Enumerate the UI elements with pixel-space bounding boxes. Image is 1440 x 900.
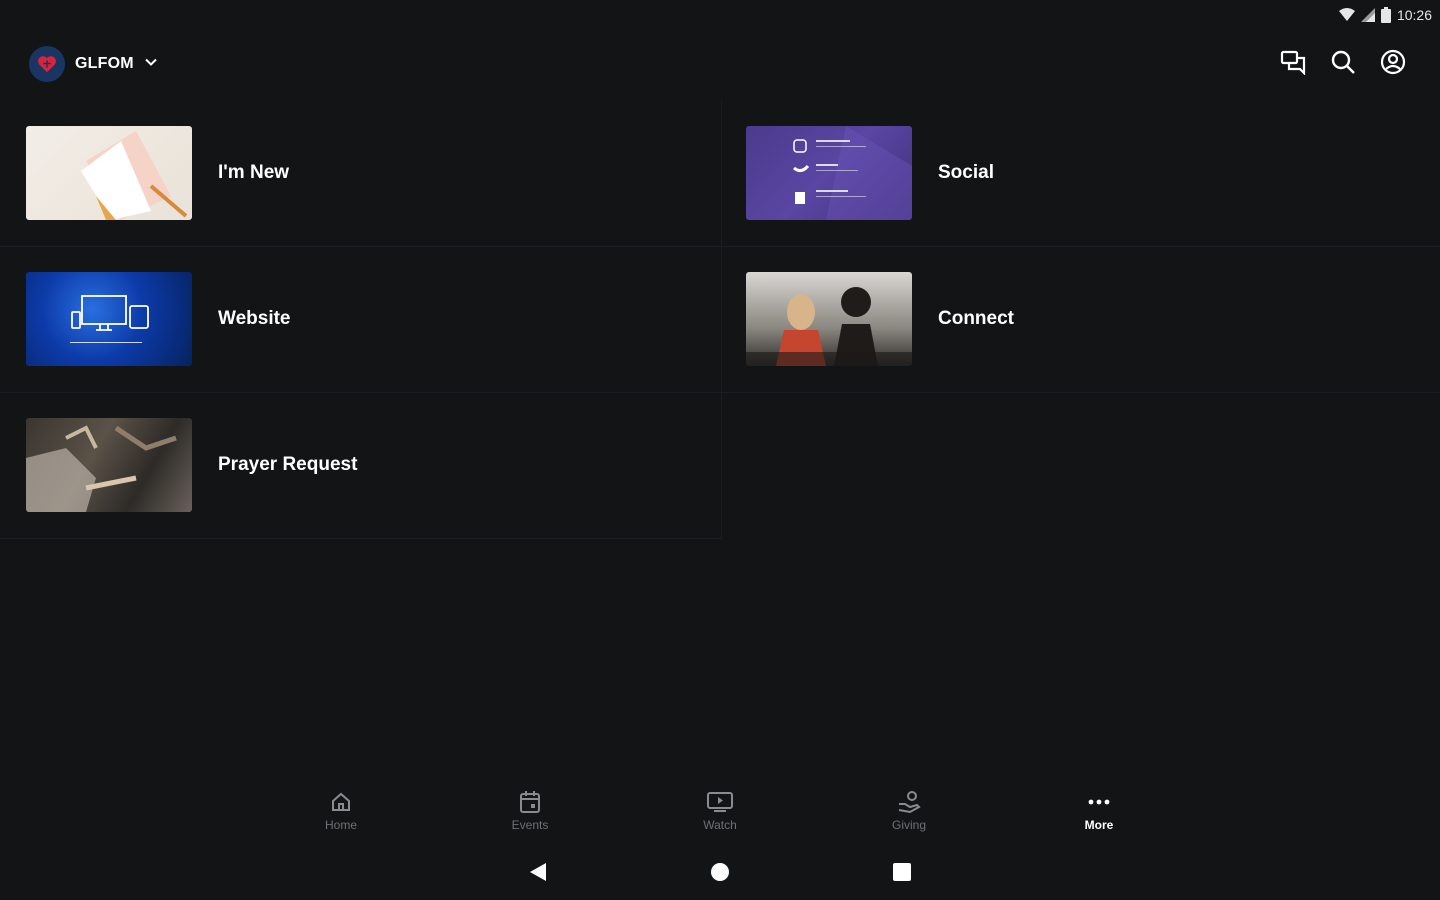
nav-home[interactable]: Home [291,788,391,832]
signal-icon [1360,8,1375,22]
giving-icon [897,788,921,816]
nav-label: Watch [703,818,737,832]
tile-social[interactable]: Social [720,100,1440,246]
tile-label: Connect [938,308,1014,329]
divider [0,246,1440,247]
calendar-icon [519,788,541,816]
worship-image [26,418,192,512]
wifi-icon [1338,8,1355,22]
devices-image [26,272,192,366]
nav-more[interactable]: More [1049,788,1149,832]
nav-label: Events [511,818,549,832]
search-button[interactable] [1329,50,1357,78]
divider [0,392,1440,393]
home-system-button[interactable] [708,862,732,886]
nav-label: More [1084,818,1114,832]
back-button[interactable] [526,862,550,886]
nav-giving[interactable]: Giving [859,788,959,832]
divider [0,538,722,539]
profile-button[interactable] [1379,49,1407,80]
account-icon [1380,49,1406,80]
system-navigation-bar [0,858,1440,890]
tile-prayer-request[interactable]: Prayer Request [0,392,720,538]
bottom-navigation: Home Events Watch Giving More [0,788,1440,844]
people-image [746,272,912,366]
nav-events[interactable]: Events [480,788,580,832]
recents-button[interactable] [890,862,914,886]
status-clock: 10:26 [1396,7,1432,23]
tile-label: Social [938,162,994,183]
search-icon [1330,49,1356,80]
nav-label: Home [324,818,357,832]
app-header: GLFOM [0,36,1440,92]
tile-label: I'm New [218,162,290,183]
notebook-image [26,126,192,220]
org-name: GLFOM [75,55,134,72]
back-triangle-icon [529,862,547,887]
divider [721,100,722,538]
messages-button[interactable] [1279,50,1307,78]
nav-watch[interactable]: Watch [670,788,770,832]
org-switcher[interactable]: GLFOM [29,46,158,82]
home-circle-icon [710,862,730,887]
chat-icon [1280,49,1306,80]
heart-logo-icon [29,46,65,82]
battery-icon [1380,7,1391,23]
status-bar: 10:26 [0,0,1440,30]
recents-square-icon [892,862,912,887]
nav-label: Giving [891,818,926,832]
tile-website[interactable]: Website [0,246,720,392]
chevron-down-icon [144,55,158,74]
tile-label: Prayer Request [218,454,358,475]
tile-label: Website [218,308,291,329]
tile-connect[interactable]: Connect [720,246,1440,392]
social-links-image [746,126,912,220]
tile-im-new[interactable]: I'm New [0,100,720,246]
home-icon [330,788,352,816]
tv-icon [707,788,733,816]
more-icon [1088,788,1110,816]
